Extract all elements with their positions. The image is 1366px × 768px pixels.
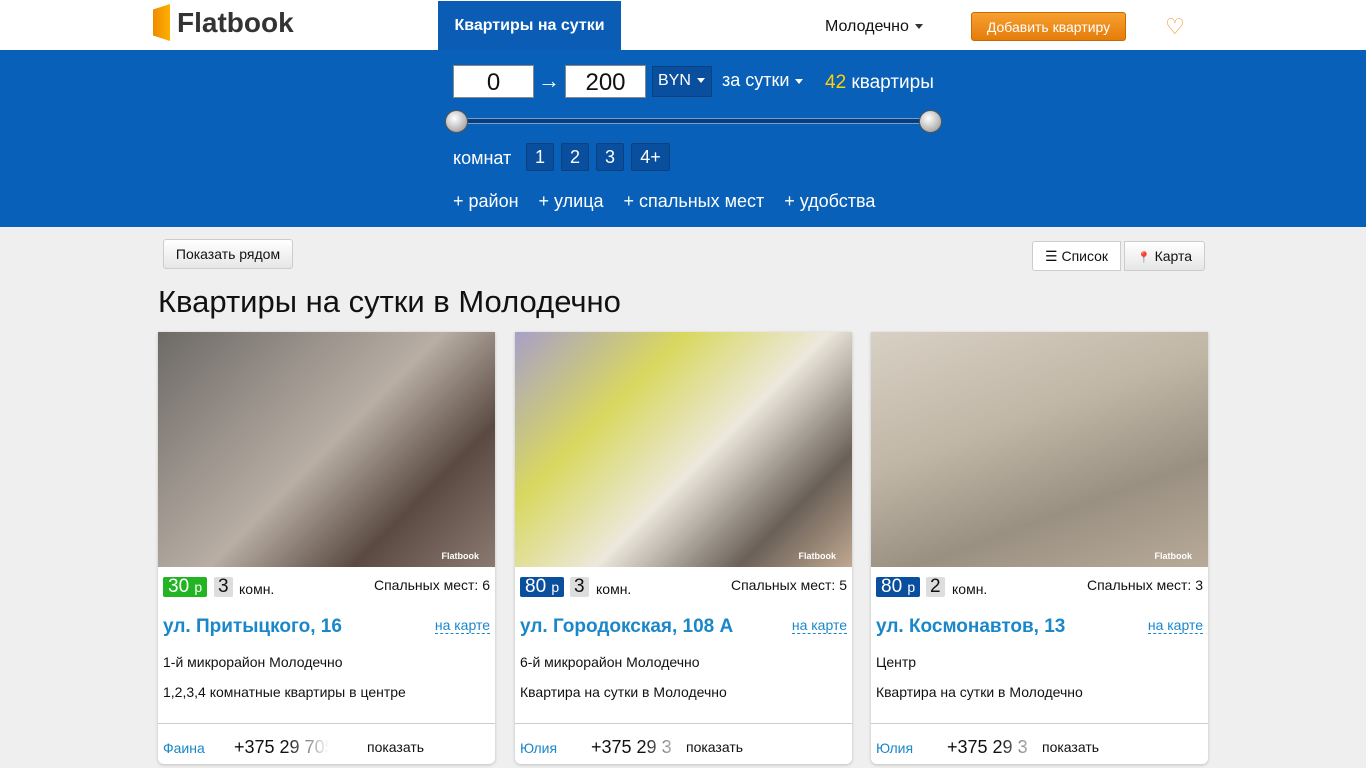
rooms-badge: 2 [926,577,945,597]
phone-number: +375 29 3 [947,737,1028,757]
listing-address[interactable]: ул. Притыцкого, 16 [163,616,342,638]
price-value: 30 [168,576,190,597]
owner-name[interactable]: Фаина [163,740,205,756]
caret-down-icon [696,78,705,84]
listing-photo[interactable]: Flatbook [871,332,1208,567]
card-divider [158,723,495,724]
price-value: 80 [881,576,903,597]
filter-panel: 0 → 200 BYN за сутки 42 квартиры комнат … [0,50,1366,227]
listing-description: Квартира на сутки в Молодечно [520,684,727,700]
listing-district: 6-й микрорайон Молодечно [520,654,700,670]
on-map-link[interactable]: на карте [1147,617,1203,634]
currency-label: BYN [658,72,691,89]
price-slider-track[interactable] [456,118,930,124]
logo-text: Flatbook [177,6,294,38]
rooms-label: комнат [453,148,512,168]
filter-street-link[interactable]: + улица [539,191,604,212]
beds-count: Спальных мест: 6 [373,577,490,593]
city-label: Молодечно [825,18,909,35]
slider-max-handle[interactable] [919,110,942,133]
map-label: Карта [1154,248,1193,264]
owner-name[interactable]: Юлия [520,740,557,756]
watermark: Flatbook [1154,551,1193,561]
heart-icon[interactable]: ♡ [1165,14,1185,40]
count-label: квартиры [851,72,934,93]
listing-photo[interactable]: Flatbook [158,332,495,567]
listing-photo[interactable]: Flatbook [515,332,852,567]
listing-district: Центр [876,654,917,670]
listing-card[interactable]: Flatbook 80 р 3 комн. Спальных мест: 5 у… [515,332,852,764]
phone-number: +375 29 3 [591,737,672,757]
phone-number: +375 29 705 [234,737,329,757]
caret-down-icon [795,78,804,84]
rooms-label: комн. [596,581,632,597]
caret-down-icon [914,24,923,30]
rooms-button-3[interactable]: 3 [596,143,624,171]
map-pin-icon: 📍 [1137,252,1151,264]
nav-tab-apartments[interactable]: Квартиры на сутки [438,1,621,50]
beds-count: Спальных мест: 3 [1086,577,1203,593]
list-view-button[interactable]: ☰ Список [1032,241,1122,271]
add-apartment-button[interactable]: Добавить квартиру [971,12,1126,41]
city-dropdown[interactable]: Молодечно [825,18,923,36]
price-min-input[interactable]: 0 [453,65,534,98]
top-bar: Flatbook Квартиры на сутки Молодечно Доб… [0,0,1366,50]
count-number: 42 [825,72,847,93]
price-badge: 30 р [163,576,208,597]
card-divider [515,723,852,724]
rooms-label: комн. [239,581,275,597]
rooms-button-4plus[interactable]: 4+ [631,143,670,171]
filter-beds-link[interactable]: + спальных мест [624,191,765,212]
list-label: Список [1061,248,1109,264]
rooms-badge: 3 [570,577,589,597]
rooms-label: комн. [952,581,988,597]
filter-links: + район + улица + спальных мест + удобст… [453,191,875,212]
currency-select[interactable]: BYN [652,66,712,97]
door-icon [153,4,170,41]
rooms-badge: 3 [214,577,233,597]
listing-card[interactable]: Flatbook 80 р 2 комн. Спальных мест: 3 у… [871,332,1208,764]
price-badge: 80 р [876,576,921,597]
price-unit: р [551,579,560,595]
on-map-link[interactable]: на карте [434,617,490,634]
result-count: 42 квартиры [825,72,934,94]
price-badge: 80 р [520,576,565,597]
logo[interactable]: Flatbook [153,4,294,41]
show-phone-button[interactable]: показать [367,739,424,755]
period-select[interactable]: за сутки [722,70,804,91]
show-phone-button[interactable]: показать [1042,739,1099,755]
rooms-button-1[interactable]: 1 [526,143,554,171]
owner-name[interactable]: Юлия [876,740,913,756]
arrow-icon: → [538,68,560,93]
watermark: Flatbook [441,551,480,561]
beds-count: Спальных мест: 5 [730,577,847,593]
price-max-input[interactable]: 200 [565,65,646,98]
show-nearby-button[interactable]: Показать рядом [163,239,293,269]
listing-address[interactable]: ул. Городокская, 108 А [520,616,733,638]
listing-description: 1,2,3,4 комнатные квартиры в центре [163,684,406,700]
period-label: за сутки [722,70,790,90]
on-map-link[interactable]: на карте [791,617,847,634]
list-icon: ☰ [1045,248,1058,264]
card-divider [871,723,1208,724]
filter-amenities-link[interactable]: + удобства [784,191,875,212]
rooms-button-2[interactable]: 2 [561,143,589,171]
slider-min-handle[interactable] [445,110,468,133]
listing-card[interactable]: Flatbook 30 р 3 комн. Спальных мест: 6 у… [158,332,495,764]
watermark: Flatbook [798,551,837,561]
price-value: 80 [525,576,547,597]
listing-address[interactable]: ул. Космонавтов, 13 [876,616,1065,638]
price-unit: р [194,579,203,595]
page-title: Квартиры на сутки в Молодечно [158,284,621,319]
price-unit: р [907,579,916,595]
map-view-button[interactable]: 📍 Карта [1124,241,1206,271]
show-phone-button[interactable]: показать [686,739,743,755]
filter-district-link[interactable]: + район [453,191,519,212]
listing-description: Квартира на сутки в Молодечно [876,684,1083,700]
listing-district: 1-й микрорайон Молодечно [163,654,343,670]
